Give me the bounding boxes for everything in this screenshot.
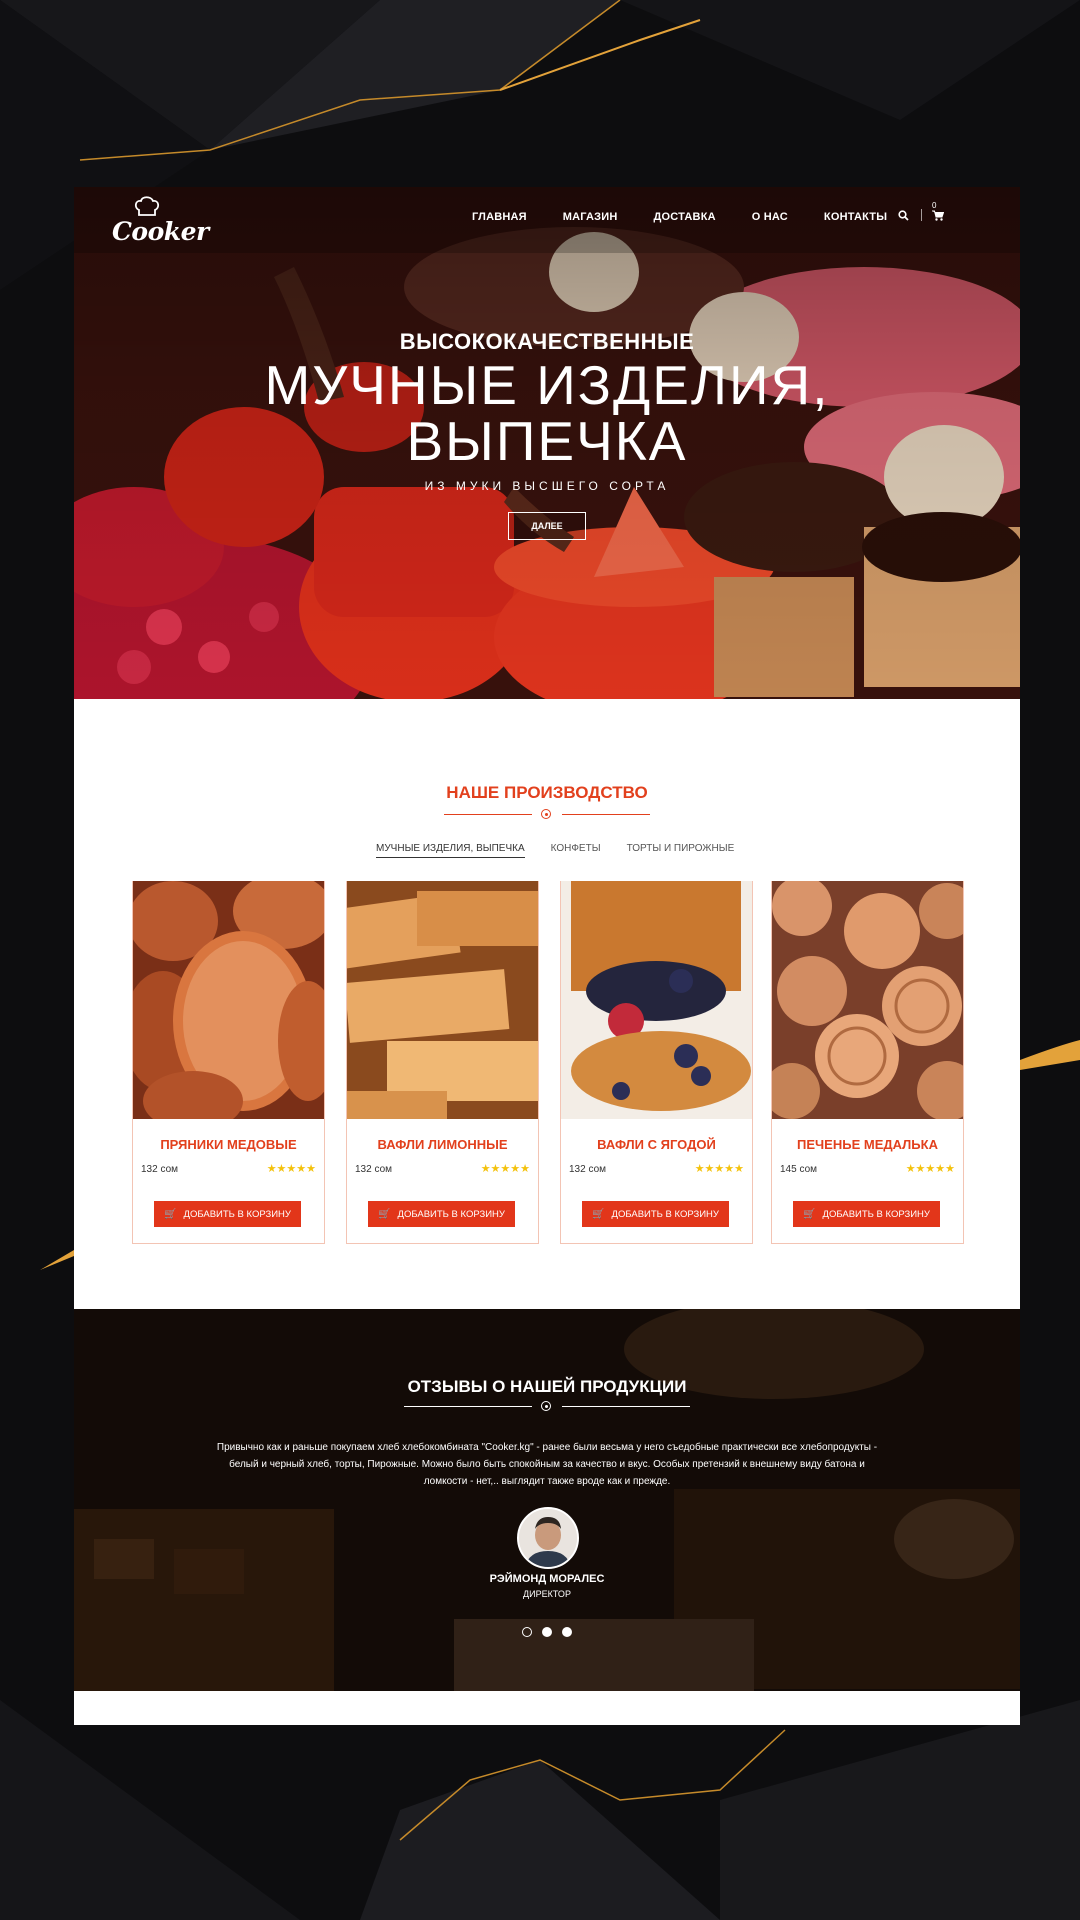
- reviews-divider: [404, 1401, 690, 1413]
- rating-stars: ★★★★★: [480, 1163, 530, 1175]
- navbar: Cooker ГЛАВНАЯ МАГАЗИН ДОСТАВКА О НАС КО…: [74, 187, 1020, 253]
- production-divider: [444, 809, 650, 821]
- product-image-medal-cookies: [772, 881, 963, 1119]
- add-to-cart-label: ДОБАВИТЬ В КОРЗИНУ: [822, 1208, 930, 1220]
- rating-stars: ★★★★★: [266, 1163, 316, 1175]
- product-image-gingerbread: [133, 881, 324, 1119]
- cart-icon: 🛒: [164, 1208, 177, 1220]
- slider-dots: [522, 1627, 582, 1637]
- person-photo: [519, 1509, 577, 1567]
- reviews-section: ОТЗЫВЫ О НАШЕЙ ПРОДУКЦИИ Привычно как и …: [74, 1309, 1020, 1691]
- product-card: ПРЯНИКИ МЕДОВЫЕ 132 сом ★★★★★ 🛒 ДОБАВИТЬ…: [132, 881, 325, 1244]
- cart-icon: 🛒: [803, 1208, 816, 1220]
- hero-banner: Cooker ГЛАВНАЯ МАГАЗИН ДОСТАВКА О НАС КО…: [74, 187, 1020, 699]
- review-text-line3: ломкости - нет,.. выглядит также вроде к…: [423, 1476, 671, 1487]
- product-price: 145 сом: [780, 1164, 818, 1175]
- hero-more-button[interactable]: ДАЛЕЕ: [508, 512, 586, 540]
- nav-icons: 0: [898, 201, 944, 221]
- product-card: ВАФЛИ С ЯГОДОЙ 132 сом ★★★★★ 🛒 ДОБАВИТЬ …: [560, 881, 753, 1244]
- chef-hat-icon: [134, 196, 160, 216]
- add-to-cart-label: ДОБАВИТЬ В КОРЗИНУ: [183, 1208, 291, 1220]
- add-to-cart-button[interactable]: 🛒 ДОБАВИТЬ В КОРЗИНУ: [582, 1201, 729, 1227]
- nav-item-home[interactable]: ГЛАВНАЯ: [472, 211, 527, 223]
- reviews-title: ОТЗЫВЫ О НАШЕЙ ПРОДУКЦИИ: [407, 1377, 687, 1396]
- production-title: НАШЕ ПРОИЗВОДСТВО: [446, 783, 648, 802]
- review-text: Привычно как и раньше покупаем хлеб хлеб…: [204, 1439, 890, 1490]
- product-name: ПЕЧЕНЬЕ МЕДАЛЬКА: [797, 1137, 938, 1152]
- product-card: ВАФЛИ ЛИМОННЫЕ 132 сом ★★★★★ 🛒 ДОБАВИТЬ …: [346, 881, 539, 1244]
- hero-title-line2: ВЫПЕЧКА: [406, 410, 688, 472]
- add-to-cart-button[interactable]: 🛒 ДОБАВИТЬ В КОРЗИНУ: [368, 1201, 515, 1227]
- logo-text: Cooker: [112, 217, 209, 246]
- review-text-line1: Привычно как и раньше покупаем хлеб хлеб…: [216, 1442, 878, 1453]
- product-name: ВАФЛИ ЛИМОННЫЕ: [377, 1137, 508, 1152]
- nav-item-contacts[interactable]: КОНТАКТЫ: [824, 211, 887, 223]
- product-tabs: МУЧНЫЕ ИЗДЕЛИЯ, ВЫПЕЧКА КОНФЕТЫ ТОРТЫ И …: [376, 843, 760, 858]
- product-name: ВАФЛИ С ЯГОДОЙ: [597, 1137, 716, 1152]
- rating-stars: ★★★★★: [694, 1163, 744, 1175]
- logo[interactable]: Cooker: [112, 195, 212, 249]
- review-author: РЭЙМОНД МОРАЛЕС: [489, 1573, 605, 1585]
- add-to-cart-button[interactable]: 🛒 ДОБАВИТЬ В КОРЗИНУ: [154, 1201, 301, 1227]
- cart-icon: 🛒: [378, 1208, 391, 1220]
- add-to-cart-label: ДОБАВИТЬ В КОРЗИНУ: [611, 1208, 719, 1220]
- tab-cakes[interactable]: ТОРТЫ И ПИРОЖНЫЕ: [627, 843, 735, 858]
- tab-flour-products[interactable]: МУЧНЫЕ ИЗДЕЛИЯ, ВЫПЕЧКА: [376, 843, 525, 858]
- search-icon[interactable]: [898, 209, 909, 221]
- website-page: Cooker ГЛАВНАЯ МАГАЗИН ДОСТАВКА О НАС КО…: [74, 187, 1020, 1725]
- slider-dot[interactable]: [542, 1627, 552, 1637]
- cart-count-badge: 0: [932, 201, 937, 210]
- avatar: [517, 1507, 579, 1569]
- review-author-role: ДИРЕКТОР: [523, 1589, 571, 1599]
- hero-title-line1: МУЧНЫЕ ИЗДЕЛИЯ,: [264, 354, 830, 416]
- nav-item-delivery[interactable]: ДОСТАВКА: [654, 211, 716, 223]
- product-price: 132 сом: [355, 1164, 393, 1175]
- rating-stars: ★★★★★: [905, 1163, 955, 1175]
- slider-dot[interactable]: [522, 1627, 532, 1637]
- cart-icon: 🛒: [592, 1208, 605, 1220]
- product-price: 132 сом: [141, 1164, 179, 1175]
- tab-candies[interactable]: КОНФЕТЫ: [551, 843, 601, 858]
- product-image-berry-waffles: [561, 881, 752, 1119]
- hero-tagline: ИЗ МУКИ ВЫСШЕГО СОРТА: [424, 479, 670, 493]
- add-to-cart-label: ДОБАВИТЬ В КОРЗИНУ: [397, 1208, 505, 1220]
- main-nav: ГЛАВНАЯ МАГАЗИН ДОСТАВКА О НАС КОНТАКТЫ: [472, 211, 923, 223]
- product-card: ПЕЧЕНЬЕ МЕДАЛЬКА 145 сом ★★★★★ 🛒 ДОБАВИТ…: [771, 881, 964, 1244]
- hero-subtitle: ВЫСОКОКАЧЕСТВЕННЫЕ: [399, 329, 695, 354]
- nav-item-shop[interactable]: МАГАЗИН: [563, 211, 618, 223]
- hero-title: МУЧНЫЕ ИЗДЕЛИЯ, ВЫПЕЧКА: [74, 357, 1020, 469]
- slider-dot[interactable]: [562, 1627, 572, 1637]
- product-name: ПРЯНИКИ МЕДОВЫЕ: [160, 1137, 297, 1152]
- nav-separator: [921, 209, 922, 221]
- product-image-lemon-wafers: [347, 881, 538, 1119]
- review-text-line2: белый и черный хлеб, торты, Пирожные. Мо…: [229, 1459, 865, 1470]
- product-price: 132 сом: [569, 1164, 607, 1175]
- nav-item-about[interactable]: О НАС: [752, 211, 788, 223]
- cart-icon[interactable]: [932, 210, 944, 221]
- add-to-cart-button[interactable]: 🛒 ДОБАВИТЬ В КОРЗИНУ: [793, 1201, 940, 1227]
